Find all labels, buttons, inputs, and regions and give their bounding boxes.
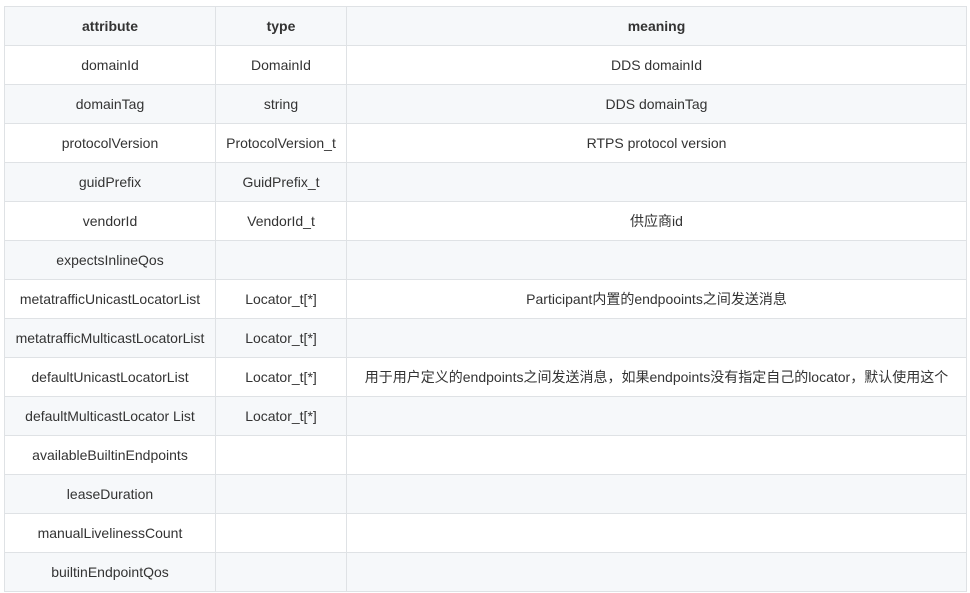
attribute-cell: domainId [4,45,216,85]
type-cell: GuidPrefix_t [215,162,347,202]
table-row: manualLivelinessCount [4,513,967,553]
header-row: attribute type meaning [4,6,967,46]
attribute-cell: defaultMulticastLocator List [4,396,216,436]
attribute-cell: availableBuiltinEndpoints [4,435,216,475]
attribute-cell: manualLivelinessCount [4,513,216,553]
attribute-cell: metatrafficMulticastLocatorList [4,318,216,358]
table-row: leaseDuration [4,474,967,514]
meaning-cell [346,396,967,436]
type-cell [215,474,347,514]
attribute-cell: metatrafficUnicastLocatorList [4,279,216,319]
table-row: metatrafficMulticastLocatorList Locator_t… [4,318,967,358]
type-cell [215,513,347,553]
attribute-table: attribute type meaning domainId DomainId D… [4,6,967,592]
column-header-type: type [215,6,347,46]
table-body: domainId DomainId DDS domainId domainTag str… [4,45,967,592]
type-cell [215,552,347,592]
table-row: protocolVersion ProtocolVersion_t RTPS pro… [4,123,967,163]
type-cell: Locator_t[*] [215,279,347,319]
attribute-cell: leaseDuration [4,474,216,514]
meaning-cell: RTPS protocol version [346,123,967,163]
column-header-attribute: attribute [4,6,216,46]
table-row: availableBuiltinEndpoints [4,435,967,475]
attribute-cell: vendorId [4,201,216,241]
type-cell: Locator_t[*] [215,396,347,436]
meaning-cell [346,474,967,514]
attribute-cell: expectsInlineQos [4,240,216,280]
meaning-cell [346,318,967,358]
attribute-cell: guidPrefix [4,162,216,202]
table-row: domainId DomainId DDS domainId [4,45,967,85]
meaning-cell [346,435,967,475]
attribute-cell: domainTag [4,84,216,124]
type-cell [215,240,347,280]
table-row: guidPrefix GuidPrefix_t [4,162,967,202]
meaning-cell: 供应商id [346,201,967,241]
type-cell: VendorId_t [215,201,347,241]
meaning-cell: DDS domainTag [346,84,967,124]
type-cell: ProtocolVersion_t [215,123,347,163]
type-cell: DomainId [215,45,347,85]
meaning-cell [346,162,967,202]
meaning-cell [346,552,967,592]
meaning-cell: 用于用户定义的endpoints之间发送消息，如果endpoints没有指定自己… [346,357,967,397]
table-row: defaultUnicastLocatorList Locator_t[*] 用于用… [4,357,967,397]
column-header-meaning: meaning [346,6,967,46]
table-header: attribute type meaning [4,6,967,46]
table-row: metatrafficUnicastLocatorList Locator_t[*… [4,279,967,319]
meaning-cell [346,513,967,553]
table-row: vendorId VendorId_t 供应商id [4,201,967,241]
meaning-cell [346,240,967,280]
type-cell: string [215,84,347,124]
attribute-cell: protocolVersion [4,123,216,163]
attribute-cell: builtinEndpointQos [4,552,216,592]
meaning-cell: DDS domainId [346,45,967,85]
attribute-cell: defaultUnicastLocatorList [4,357,216,397]
attribute-table-container: attribute type meaning domainId DomainId D… [4,6,967,592]
table-row: defaultMulticastLocator List Locator_t[*] [4,396,967,436]
type-cell [215,435,347,475]
type-cell: Locator_t[*] [215,357,347,397]
table-row: expectsInlineQos [4,240,967,280]
table-row: builtinEndpointQos [4,552,967,592]
type-cell: Locator_t[*] [215,318,347,358]
meaning-cell: Participant内置的endpooints之间发送消息 [346,279,967,319]
table-row: domainTag string DDS domainTag [4,84,967,124]
